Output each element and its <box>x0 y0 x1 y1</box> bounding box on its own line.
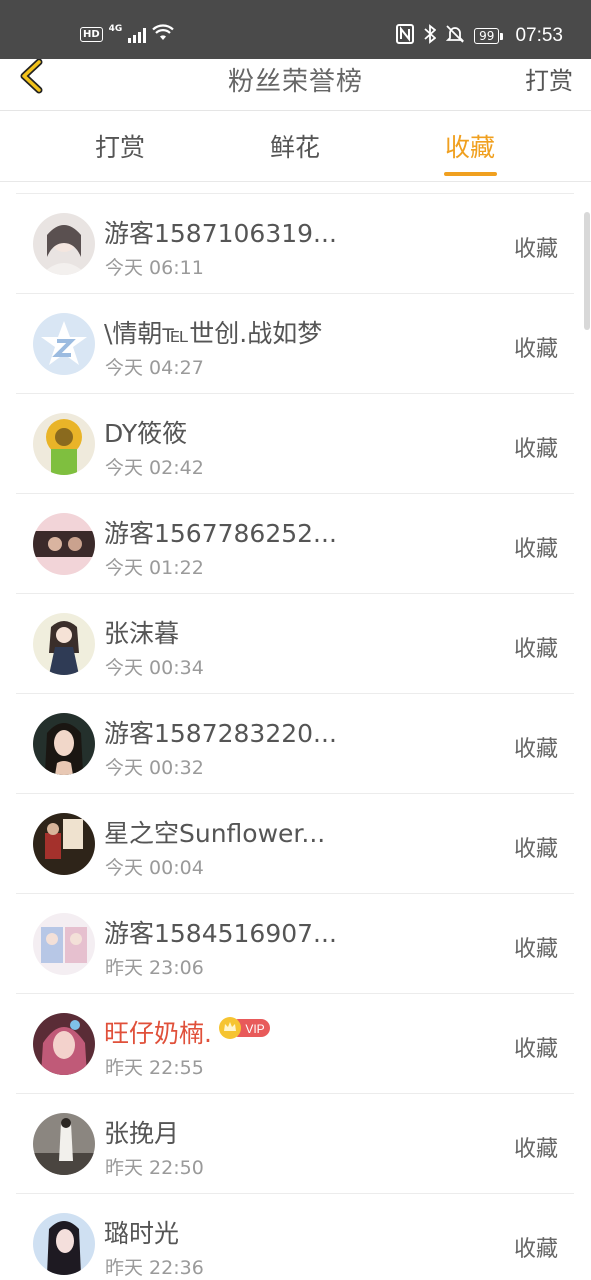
favorite-label: 收藏 <box>513 1237 558 1262</box>
avatar <box>33 713 95 775</box>
avatar <box>33 313 95 375</box>
timestamp: 今天 02:42 <box>105 457 204 479</box>
vip-badge-icon: VIP <box>219 1017 270 1039</box>
favorite-label: 收藏 <box>513 437 558 462</box>
status-right: 99 07:53 <box>396 24 563 48</box>
timestamp: 昨天 23:06 <box>105 957 204 979</box>
user-name: \情朝℡世创.战如梦 <box>104 319 323 348</box>
status-bar: HD 4G 99 07:53 <box>0 0 591 59</box>
list-item[interactable]: 璐时光 昨天 22:36 收藏 <box>16 1194 574 1280</box>
tab-bar: 打赏 鲜花 收藏 <box>0 112 591 182</box>
avatar <box>33 1213 95 1275</box>
timestamp: 今天 00:34 <box>105 657 204 679</box>
nfc-icon <box>396 24 415 48</box>
tab-favorites[interactable]: 收藏 <box>410 128 530 164</box>
wifi-icon <box>152 24 175 45</box>
timestamp: 今天 01:22 <box>105 557 204 579</box>
user-name: 张沫暮 <box>104 619 180 648</box>
avatar <box>33 1013 95 1075</box>
signal-icon <box>128 27 147 43</box>
timestamp: 今天 00:04 <box>105 857 204 879</box>
timestamp: 今天 06:11 <box>105 257 204 279</box>
avatar <box>33 213 95 275</box>
favorite-label: 收藏 <box>513 1137 558 1162</box>
list-item[interactable]: 张挽月 昨天 22:50 收藏 <box>16 1094 574 1194</box>
nav-header: 粉丝荣誉榜 打赏 <box>0 58 591 111</box>
list-item[interactable]: 游客1587106319... 今天 06:11 收藏 <box>16 194 574 294</box>
tip-button[interactable]: 打赏 <box>525 61 573 96</box>
user-name: 游客1587283220... <box>104 719 337 748</box>
avatar <box>33 813 95 875</box>
timestamp: 今天 04:27 <box>105 357 204 379</box>
favorite-label: 收藏 <box>513 537 558 562</box>
favorite-label: 收藏 <box>513 337 558 362</box>
list-item[interactable]: 星之空Sunflower... 今天 00:04 收藏 <box>16 794 574 894</box>
user-name: 游客1587106319... <box>104 219 337 248</box>
user-name: DY筱筱 <box>104 419 188 448</box>
network-type: 4G <box>108 23 123 34</box>
bluetooth-icon <box>424 24 437 48</box>
timestamp: 昨天 22:55 <box>105 1057 204 1079</box>
favorite-label: 收藏 <box>513 737 558 762</box>
timestamp: 昨天 22:50 <box>105 1157 204 1179</box>
favorite-label: 收藏 <box>513 937 558 962</box>
list-item[interactable]: 游客1584516907... 昨天 23:06 收藏 <box>16 894 574 994</box>
page-title: 粉丝荣誉榜 <box>227 67 363 97</box>
list-item[interactable]: \情朝℡世创.战如梦 今天 04:27 收藏 <box>16 294 574 394</box>
user-name: 游客1584516907... <box>104 919 337 948</box>
status-left: HD 4G <box>80 23 175 45</box>
list-item[interactable]: 张沫暮 今天 00:34 收藏 <box>16 594 574 694</box>
favorite-label: 收藏 <box>513 637 558 662</box>
scrollbar[interactable] <box>584 212 590 330</box>
avatar <box>33 513 95 575</box>
user-name: 旺仔奶楠. <box>104 1019 212 1048</box>
timestamp: 今天 00:32 <box>105 757 204 779</box>
tab-tip[interactable]: 打赏 <box>60 128 180 164</box>
avatar <box>33 913 95 975</box>
avatar <box>33 1113 95 1175</box>
timestamp: 昨天 22:36 <box>105 1257 204 1279</box>
mute-bell-icon <box>445 24 465 48</box>
user-name: 璐时光 <box>104 1219 180 1248</box>
user-name: 星之空Sunflower... <box>104 819 326 848</box>
vip-badge-label: VIP <box>245 1022 264 1036</box>
favorite-label: 收藏 <box>513 237 558 262</box>
fan-list: 游客1587106319... 今天 06:11 收藏 \情朝℡世创.战如梦 今… <box>16 193 574 1280</box>
battery-indicator: 99 <box>474 28 504 44</box>
avatar <box>33 413 95 475</box>
list-item[interactable]: 游客1567786252... 今天 01:22 收藏 <box>16 494 574 594</box>
favorite-label: 收藏 <box>513 1037 558 1062</box>
user-name: 张挽月 <box>104 1119 180 1148</box>
list-item[interactable]: DY筱筱 今天 02:42 收藏 <box>16 394 574 494</box>
active-tab-indicator <box>444 172 497 176</box>
tab-flowers[interactable]: 鲜花 <box>235 128 355 164</box>
avatar <box>33 613 95 675</box>
favorite-label: 收藏 <box>513 837 558 862</box>
clock: 07:53 <box>515 25 563 46</box>
list-item[interactable]: 游客1587283220... 今天 00:32 收藏 <box>16 694 574 794</box>
list-item[interactable]: 旺仔奶楠. VIP 昨天 22:55 收藏 <box>16 994 574 1094</box>
hd-indicator: HD <box>80 27 103 42</box>
user-name: 游客1567786252... <box>104 519 337 548</box>
